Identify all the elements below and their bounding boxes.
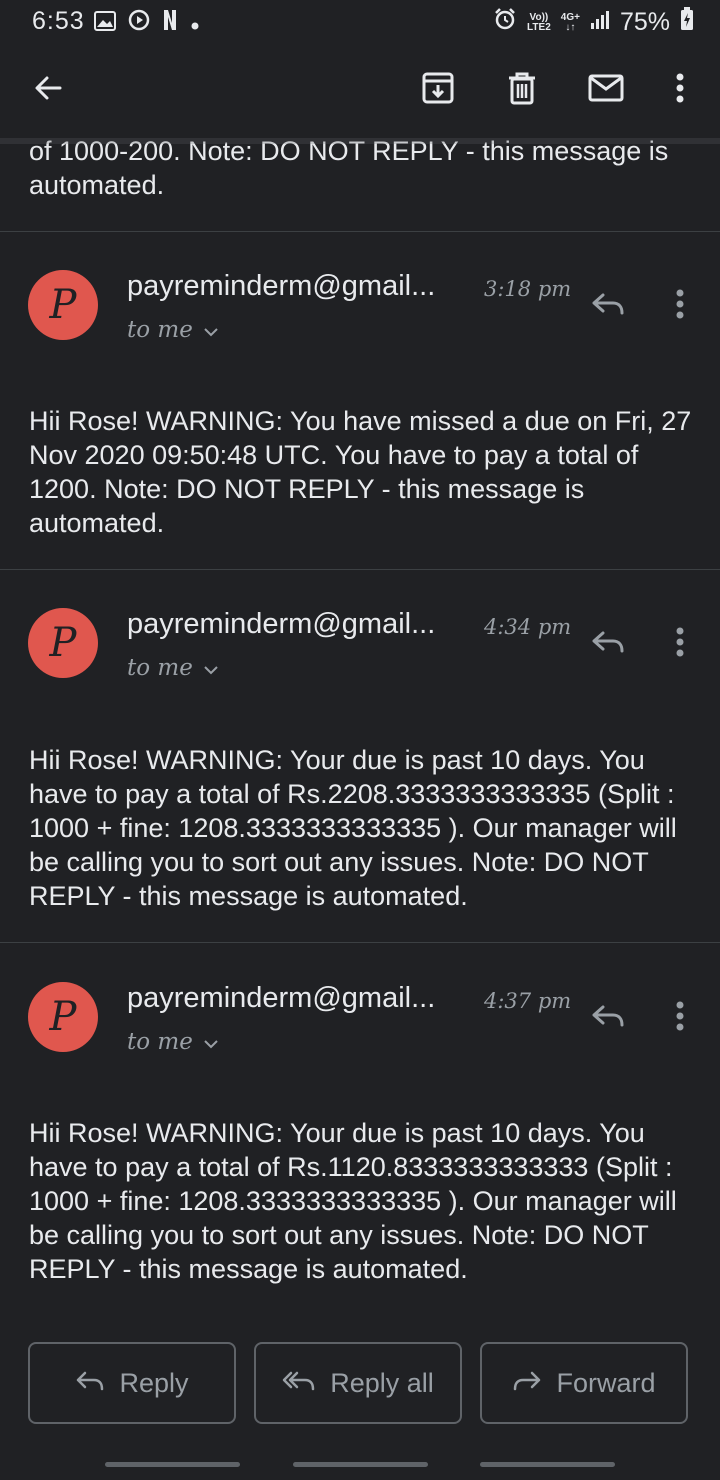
nav-home-pill[interactable] [293, 1462, 428, 1467]
avatar[interactable]: P [28, 982, 98, 1052]
gesture-nav-bar [0, 1462, 720, 1472]
reply-icon [591, 630, 625, 659]
sender-name: payreminderm@gmail... [127, 270, 436, 302]
reply-action-button[interactable]: Reply [28, 1342, 236, 1424]
message-time: 4:37 pm [484, 989, 572, 1013]
chevron-down-icon [203, 317, 219, 343]
chevron-down-icon [203, 655, 219, 681]
trash-icon [507, 71, 537, 110]
gallery-icon [94, 10, 116, 38]
alarm-icon [493, 7, 517, 38]
app-bar [0, 56, 720, 128]
arrow-left-icon [32, 72, 64, 109]
mail-icon [588, 74, 624, 107]
archive-icon [421, 71, 455, 110]
avatar[interactable]: P [28, 270, 98, 340]
netflix-icon [162, 9, 178, 38]
battery-icon [680, 7, 694, 38]
message-time: 3:18 pm [484, 277, 572, 301]
play-icon [128, 9, 150, 38]
forward-icon [512, 1368, 542, 1399]
chevron-down-icon [203, 1029, 219, 1055]
message-header[interactable]: P payreminderm@gmail... 4:37 pm to me [0, 982, 720, 1082]
message-body: Hii Rose! WARNING: Your due is past 10 d… [29, 745, 677, 911]
back-button[interactable] [24, 66, 72, 114]
message-time: 4:34 pm [484, 615, 572, 639]
delete-button[interactable] [498, 66, 546, 114]
reply-button[interactable] [586, 996, 630, 1040]
reply-all-icon [282, 1368, 316, 1399]
message-more-button[interactable] [658, 996, 702, 1040]
message-divider [0, 569, 720, 570]
sender-name: payreminderm@gmail... [127, 608, 436, 640]
status-time: 6:53 [32, 7, 85, 35]
message-more-button[interactable] [658, 622, 702, 666]
message-body: Hii Rose! WARNING: You have missed a due… [29, 406, 692, 538]
status-bar: 6:53 Vo)) LTE2 4G+ ↓↑ 75% [0, 0, 720, 44]
message-header[interactable]: P payreminderm@gmail... 4:34 pm to me [0, 608, 720, 708]
volte-indicator: Vo)) LTE2 [527, 11, 551, 33]
message-header[interactable]: P payreminderm@gmail... 3:18 pm to me [0, 270, 720, 370]
system-icons: Vo)) LTE2 4G+ ↓↑ 75% [493, 7, 694, 38]
data-indicator: 4G+ ↓↑ [560, 11, 580, 33]
recipient-details[interactable]: to me [127, 317, 219, 343]
battery-percent: 75% [619, 8, 670, 36]
more-vertical-icon [675, 289, 685, 324]
archive-button[interactable] [414, 66, 462, 114]
avatar[interactable]: P [28, 608, 98, 678]
reply-label: Reply [119, 1367, 189, 1398]
more-vertical-icon [675, 1001, 685, 1036]
more-options-button[interactable] [656, 66, 704, 114]
reply-icon [591, 292, 625, 321]
reply-icon [75, 1368, 105, 1399]
message-more-button[interactable] [658, 284, 702, 328]
action-bar: Reply Reply all Forward [0, 1342, 720, 1426]
signal-icon [590, 9, 610, 37]
nav-back-pill[interactable] [480, 1462, 615, 1467]
scroll-shadow [0, 138, 720, 144]
sender-name: payreminderm@gmail... [127, 982, 436, 1014]
reply-button[interactable] [586, 284, 630, 328]
nav-recent-pill[interactable] [105, 1462, 240, 1467]
more-vertical-icon [675, 73, 685, 108]
notification-icons [94, 9, 200, 38]
reply-all-label: Reply all [330, 1367, 434, 1398]
mark-unread-button[interactable] [582, 66, 630, 114]
recipient-details[interactable]: to me [127, 655, 219, 681]
forward-label: Forward [556, 1367, 656, 1398]
reply-icon [591, 1004, 625, 1033]
reply-all-action-button[interactable]: Reply all [254, 1342, 462, 1424]
previous-message-tail: of 1000-200. Note: DO NOT REPLY - this m… [29, 136, 669, 200]
reply-button[interactable] [586, 622, 630, 666]
message-body: Hii Rose! WARNING: Your due is past 10 d… [29, 1118, 677, 1284]
message-divider [0, 231, 720, 232]
more-vertical-icon [675, 627, 685, 662]
forward-action-button[interactable]: Forward [480, 1342, 688, 1424]
recipient-details[interactable]: to me [127, 1029, 219, 1055]
message-divider [0, 942, 720, 943]
dot-icon [190, 10, 200, 38]
